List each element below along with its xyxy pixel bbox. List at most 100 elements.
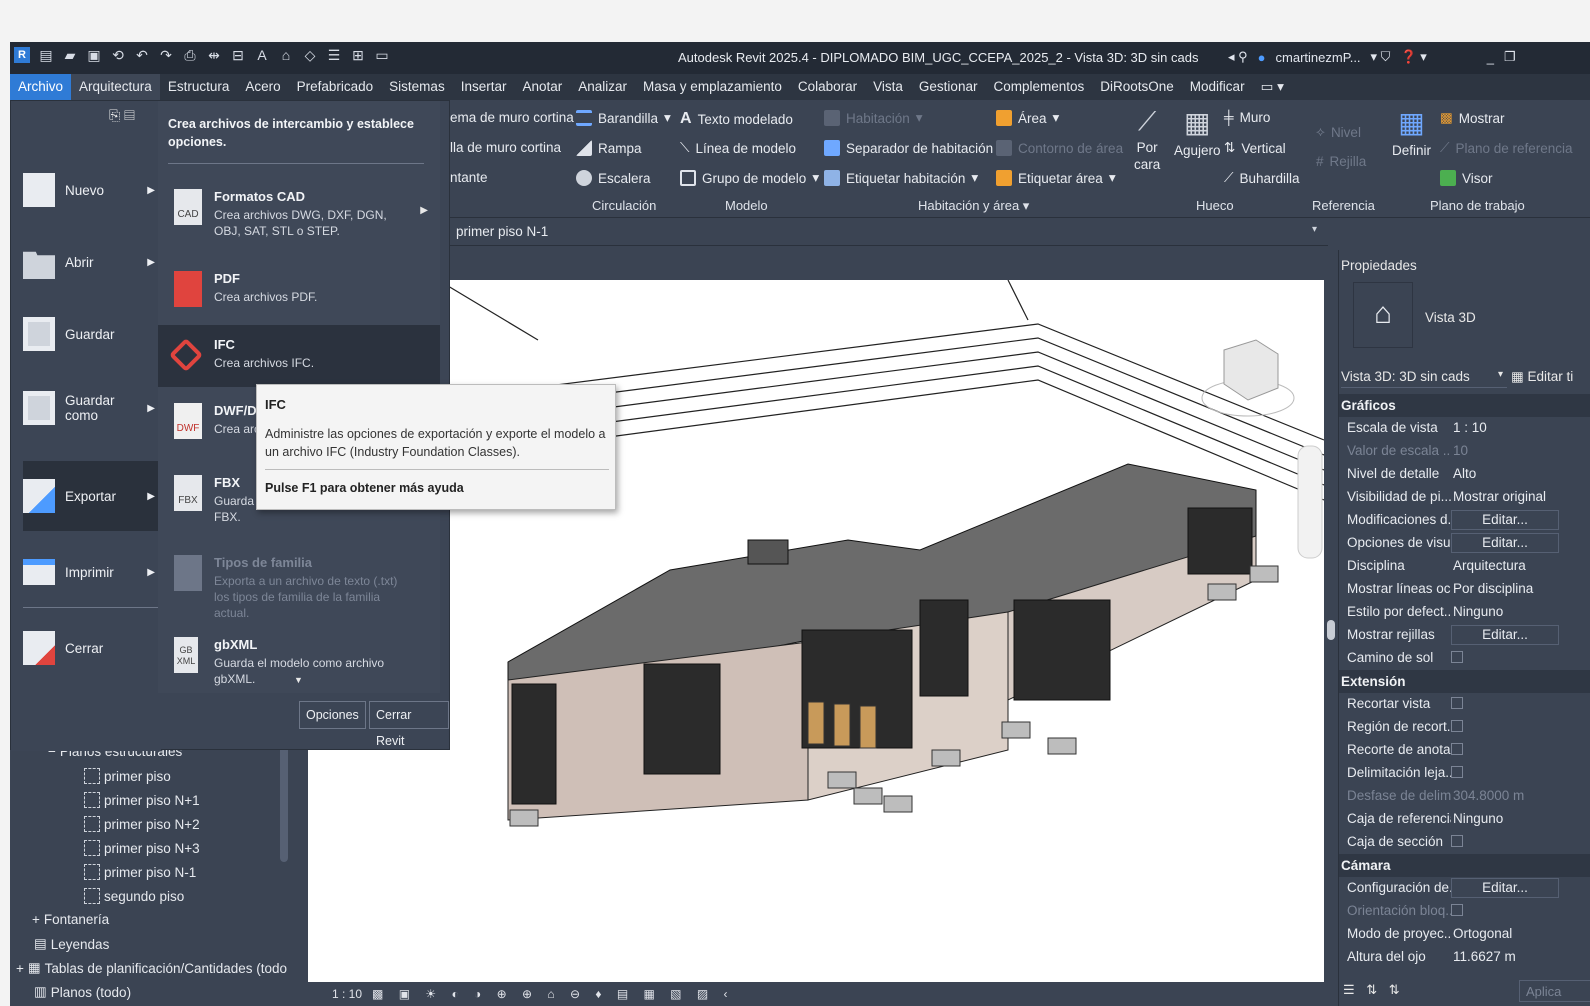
area-button[interactable]: Área ▾ — [996, 110, 1059, 126]
model-text-button[interactable]: A Texto modelado — [680, 110, 793, 128]
show-workplane-button[interactable]: ▩ Mostrar — [1440, 110, 1505, 126]
tab-masa[interactable]: Masa y emplazamiento — [635, 74, 790, 100]
open-icon[interactable]: ▰ — [62, 47, 78, 63]
expand-icon[interactable]: + — [32, 912, 40, 927]
print-icon[interactable]: ⎙ — [182, 47, 198, 63]
checkbox[interactable] — [1451, 835, 1463, 847]
group-habitacion[interactable]: Habitación y área ▾ — [918, 198, 1029, 214]
stair-button[interactable]: Escalera — [576, 170, 651, 186]
section-extension[interactable]: Extensión — [1339, 670, 1590, 693]
export-pdf[interactable]: PDF Crea archivos PDF. — [158, 259, 440, 321]
ramp-button[interactable]: Rampa — [576, 140, 642, 156]
viewer-button[interactable]: Visor — [1440, 170, 1493, 186]
checkbox[interactable] — [1451, 720, 1463, 732]
viewport-scrollbar[interactable] — [1324, 280, 1338, 982]
tab-sistemas[interactable]: Sistemas — [381, 74, 453, 100]
dimension-icon[interactable]: ⊟ — [230, 47, 246, 63]
prop-row[interactable]: Estilo por defect... Ninguno — [1339, 601, 1590, 624]
home-icon[interactable]: ▤ — [38, 47, 54, 63]
edit-type-button[interactable]: ▦ Editar ti — [1511, 369, 1573, 385]
section-camara[interactable]: Cámara — [1339, 854, 1590, 877]
tag-area-button[interactable]: Etiquetar área ▾ — [996, 170, 1116, 186]
apply-button[interactable]: Aplica — [1519, 980, 1590, 1002]
wall-opening-button[interactable]: ╪ Muro — [1224, 110, 1270, 125]
sort-icons[interactable]: ☰ ⇅ ⇅ — [1343, 982, 1404, 998]
tree-item[interactable]: primer piso N+1 — [84, 792, 200, 808]
section-icon[interactable]: ◇ — [302, 47, 318, 63]
tag-room-button[interactable]: Etiquetar habitación ▾ — [824, 170, 978, 186]
menu-imprimir[interactable]: Imprimir ▶ — [23, 537, 159, 607]
sync-icon[interactable]: ⟲ — [110, 47, 126, 63]
tree-item[interactable]: segundo piso — [84, 888, 184, 904]
tree-item[interactable]: primer piso N+2 — [84, 816, 200, 832]
cart-icon[interactable]: ▾ ⛉ — [1371, 49, 1391, 65]
tab-modificar[interactable]: Modificar — [1182, 74, 1253, 100]
export-cad[interactable]: CAD Formatos CAD Crea archivos DWG, DXF, D… — [158, 177, 440, 247]
dormer-button[interactable]: ⟋ Buhardilla — [1224, 170, 1300, 186]
checkbox[interactable] — [1451, 697, 1463, 709]
prop-row[interactable]: Visibilidad de pi... Mostrar original — [1339, 486, 1590, 509]
edit-button[interactable]: Editar... — [1451, 625, 1559, 645]
3d-view-icon[interactable]: ⌂ — [278, 47, 294, 63]
railing-button[interactable]: Barandilla ▾ — [576, 110, 671, 126]
binoculars-icon[interactable]: ◂ ⚲ — [1228, 49, 1248, 65]
menu-nuevo[interactable]: Nuevo ▶ — [23, 155, 159, 225]
switch-windows-icon[interactable]: ▭ — [374, 47, 390, 63]
tree-item[interactable]: primer piso N-1 — [84, 864, 196, 880]
doc-tab-label[interactable]: primer piso N-1 — [456, 224, 548, 239]
redo-icon[interactable]: ↷ — [158, 47, 174, 63]
tab-dirootsone[interactable]: DiRootsOne — [1092, 74, 1182, 100]
room-button[interactable]: Habitación ▾ — [824, 110, 923, 126]
instance-selector[interactable]: Vista 3D: 3D sin cads ▾ — [1341, 366, 1507, 388]
by-face-button[interactable]: ⟋ Por cara — [1134, 106, 1160, 172]
curtain-grid-button[interactable]: lla de muro cortina — [450, 140, 561, 155]
menu-guardar-como[interactable]: Guardar como ▶ — [23, 373, 159, 443]
revit-logo-icon[interactable]: R — [14, 47, 30, 63]
prop-row[interactable]: Altura del ojo 11.6627 m — [1339, 946, 1590, 969]
thin-lines-icon[interactable]: ☰ — [326, 47, 342, 63]
vertical-opening-button[interactable]: ⇅ Vertical — [1224, 140, 1286, 156]
tab-arquitectura[interactable]: Arquitectura — [71, 74, 160, 100]
help-icon[interactable]: ❓ ▾ — [1400, 49, 1426, 65]
view-control-icons[interactable]: ▩ ▣ ☀ ◐ ◑ ⊕ ⊕ ⌂ ⊖ ♦ ▤ ▦ ▧ ▨ ‹ — [372, 987, 734, 1001]
section-graficos[interactable]: Gráficos — [1339, 394, 1590, 417]
tab-insertar[interactable]: Insertar — [453, 74, 515, 100]
export-ifc[interactable]: IFC Crea archivos IFC. — [158, 325, 440, 387]
prop-row[interactable]: Caja de referencia Ninguno — [1339, 808, 1590, 831]
tree-item[interactable]: ▥ Planos (todo) — [34, 984, 131, 1000]
menu-exportar[interactable]: Exportar ▶ — [23, 461, 159, 531]
model-group-button[interactable]: Grupo de modelo ▾ — [680, 170, 819, 186]
edit-button[interactable]: Editar... — [1451, 510, 1559, 530]
user-icon[interactable]: ● — [1258, 50, 1266, 65]
minimize-button[interactable]: _ — [1487, 50, 1494, 65]
grid-button[interactable]: # Rejilla — [1316, 154, 1366, 169]
options-button[interactable]: Opciones — [299, 701, 366, 729]
camera-dropdown-icon[interactable]: ▭ ▾ — [1253, 74, 1292, 100]
edit-button[interactable]: Editar... — [1451, 533, 1559, 553]
mullion-button[interactable]: ntante — [450, 170, 488, 185]
menu-abrir[interactable]: Abrir ▶ — [23, 227, 159, 297]
ref-plane-button[interactable]: ⟋ Plano de referencia — [1440, 140, 1573, 156]
viewcube[interactable] — [1201, 339, 1295, 417]
exit-revit-button[interactable]: Cerrar Revit — [369, 701, 449, 748]
expand-icon[interactable]: + — [16, 961, 24, 976]
navigation-bar[interactable] — [1297, 445, 1323, 559]
menu-guardar[interactable]: Guardar — [23, 299, 159, 369]
save-icon[interactable]: ▣ — [86, 47, 102, 63]
level-button[interactable]: ⟡ Nivel — [1316, 124, 1361, 140]
set-workplane-button[interactable]: ▦ Definir — [1392, 106, 1431, 158]
checkbox[interactable] — [1451, 766, 1463, 778]
room-separator-button[interactable]: Separador de habitación — [824, 140, 993, 156]
scroll-thumb[interactable] — [1327, 620, 1335, 640]
edit-button[interactable]: Editar... — [1451, 878, 1559, 898]
checkbox[interactable] — [1451, 743, 1463, 755]
maximize-button[interactable]: ❐ — [1504, 49, 1516, 65]
curtain-system-button[interactable]: ema de muro cortina — [450, 110, 574, 125]
menu-cerrar[interactable]: Cerrar — [23, 613, 159, 683]
checkbox[interactable] — [1451, 651, 1463, 663]
tree-item[interactable]: + Fontanería — [32, 912, 109, 927]
prop-row[interactable]: Mostrar líneas oc... Por disciplina — [1339, 578, 1590, 601]
tab-archivo[interactable]: Archivo — [10, 74, 72, 100]
tab-vista[interactable]: Vista — [865, 74, 911, 100]
prop-row[interactable]: Disciplina Arquitectura — [1339, 555, 1590, 578]
